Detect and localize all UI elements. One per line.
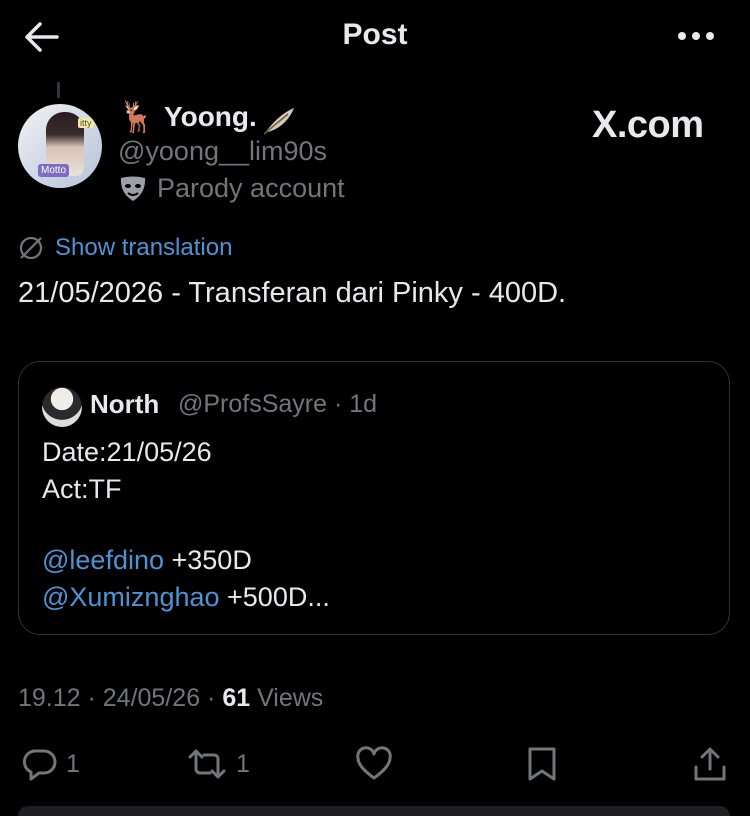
post-text: 21/05/2026 - Transferan dari Pinky - 400… [18, 277, 567, 309]
reply-icon [22, 749, 57, 781]
post-metadata: 19.12 · 24/05/26 · 61 Views [18, 684, 323, 713]
thread-connector-line [57, 82, 60, 98]
like-icon [356, 746, 392, 780]
bookmark-button[interactable] [524, 745, 562, 783]
views-label: Views [250, 684, 324, 712]
quote-author-avatar [42, 387, 82, 427]
quote-author-handle: @ProfsSayre · 1d [178, 390, 378, 418]
share-button[interactable] [692, 745, 730, 783]
theater-mask-icon [118, 175, 148, 203]
author-handle[interactable]: @yoong__lim90s [118, 136, 327, 167]
amount-text: +350D [164, 545, 252, 575]
post-timestamp: 19.12 · 24/05/26 · [18, 684, 223, 712]
repost-button[interactable] [186, 745, 226, 783]
quote-line-date: Date:21/05/26 [42, 437, 212, 467]
repost-count: 1 [236, 750, 250, 778]
parody-account-label: Parody account [157, 173, 345, 203]
author-avatar[interactable]: Motto itty [18, 104, 102, 188]
like-button[interactable] [355, 745, 393, 783]
bottom-panel-edge [18, 806, 730, 816]
amount-text: +500D... [219, 582, 330, 612]
reply-count: 1 [66, 750, 80, 778]
deer-emoji: 🦌 [118, 101, 156, 134]
xcom-watermark: X.com [592, 104, 704, 146]
page-title: Post [342, 18, 408, 51]
quote-line-mention-1: @leefdino +350D [42, 545, 252, 576]
quote-line-act: Act:TF [42, 474, 122, 504]
more-options-button[interactable] [676, 28, 716, 44]
show-translation-link[interactable]: Show translation [55, 234, 232, 262]
author-name[interactable]: Yoong. [164, 101, 257, 133]
views-count[interactable]: 61 [222, 684, 250, 712]
quote-author-name: North [90, 389, 160, 419]
avatar-tag-motto: Motto [38, 164, 70, 177]
bookmark-icon [528, 747, 556, 781]
mention-link[interactable]: @Xumiznghao [42, 582, 220, 612]
share-icon [694, 747, 726, 781]
globe-slash-icon [18, 235, 44, 261]
repost-icon [188, 749, 226, 779]
quote-line-mention-2: @Xumiznghao +500D... [42, 582, 330, 613]
mention-link[interactable]: @leefdino [42, 545, 164, 575]
avatar-tag-itty: itty [78, 118, 94, 128]
feather-icon [258, 106, 298, 136]
more-horizontal-icon [678, 32, 714, 40]
reply-button[interactable] [20, 745, 58, 783]
